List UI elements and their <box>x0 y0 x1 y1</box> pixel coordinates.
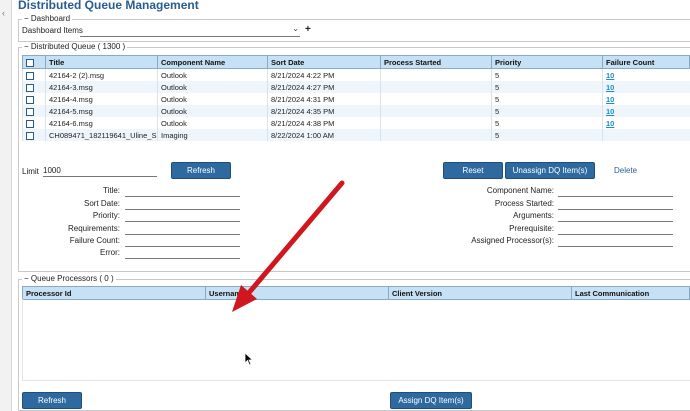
mouse-cursor-icon <box>244 352 254 366</box>
annotation-arrow <box>232 180 345 312</box>
